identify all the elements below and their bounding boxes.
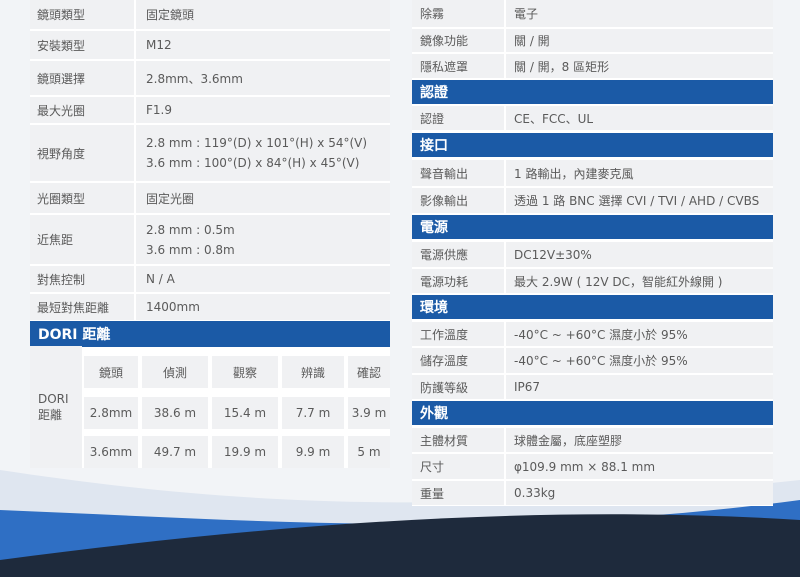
spec-row: 光圈類型 固定光圈 [30,183,390,213]
spec-row: 對焦控制 N / A [30,266,390,292]
spec-value: 關 / 開，8 區矩形 [506,54,773,78]
spec-row: 影像輸出 透過 1 路 BNC 選擇 CVI / TVI / AHD / CVB… [412,188,773,213]
spec-row: 聲音輸出 1 路輸出，內建麥克風 [412,160,773,186]
section-header-environment: 環境 [412,295,773,319]
dori-cell: 19.9 m [212,436,278,468]
spec-value-line: 2.8 mm : 0.5m [146,222,235,237]
dori-side-label-line: 距離 [38,407,63,422]
spec-value: DC12V±30% [506,242,773,267]
spec-row: 認證 CE、FCC、UL [412,106,773,130]
spec-label: 電源供應 [412,242,504,267]
spec-label: 認證 [412,106,504,130]
spec-value: -40°C ~ +60°C 濕度小於 95% [506,348,773,373]
spec-label: 尺寸 [412,454,504,479]
spec-row: 最大光圈 F1.9 [30,97,390,123]
spec-value-line: 2.8 mm : 119°(D) x 101°(H) x 54°(V) [146,136,368,150]
dori-side-label: DORI 距離 [30,346,82,468]
dori-cell: 9.9 m [282,436,344,468]
spec-row: 工作溫度 -40°C ~ +60°C 濕度小於 95% [412,322,773,346]
spec-row: 視野角度 2.8 mm : 119°(D) x 101°(H) x 54°(V)… [30,125,390,181]
spec-label: 防護等級 [412,375,504,399]
dori-header-recognize: 辨識 [282,356,344,388]
spec-value: -40°C ~ +60°C 濕度小於 95% [506,322,773,346]
dori-header-lens: 鏡頭 [84,356,138,388]
dori-header-identify: 確認 [348,356,390,388]
spec-value: 2.8 mm : 119°(D) x 101°(H) x 54°(V) 3.6 … [136,125,390,181]
spec-row: 重量 0.33kg [412,481,773,505]
spec-value: 2.8 mm : 0.5m 3.6 mm : 0.8m [136,215,390,264]
spec-label: 最大光圈 [30,97,134,123]
spec-row: 鏡像功能 關 / 開 [412,29,773,52]
section-header-certification: 認證 [412,80,773,104]
spec-row: 儲存溫度 -40°C ~ +60°C 濕度小於 95% [412,348,773,373]
spec-label: 鏡頭類型 [30,0,134,29]
spec-value-line: 3.6 mm : 0.8m [146,242,235,257]
right-spec-panel: 除霧 電子 鏡像功能 關 / 開 隱私遮罩 關 / 開，8 區矩形 認證 認證 … [412,0,773,506]
spec-row: 隱私遮罩 關 / 開，8 區矩形 [412,54,773,78]
spec-value: 電子 [506,0,773,27]
dori-cell: 3.6mm [84,436,138,468]
section-header-interface: 接口 [412,133,773,157]
spec-label: 光圈類型 [30,183,134,213]
spec-row: 電源功耗 最大 2.9W ( 12V DC，智能紅外線開 ) [412,269,773,293]
spec-label: 儲存溫度 [412,348,504,373]
spec-row: 安裝類型 M12 [30,31,390,59]
spec-label: 最短對焦距離 [30,294,134,320]
spec-value: 1 路輸出，內建麥克風 [506,160,773,186]
spec-value: 固定光圈 [136,183,390,213]
dori-header-detect: 偵測 [142,356,208,388]
dori-cell: 38.6 m [142,397,208,429]
spec-value: IP67 [506,375,773,399]
spec-value: 0.33kg [506,481,773,505]
spec-value: 球體金屬，底座塑膠 [506,428,773,452]
dori-cell: 3.9 m [348,397,390,429]
dori-cell: 15.4 m [212,397,278,429]
spec-row: 鏡頭選擇 2.8mm、3.6mm [30,61,390,95]
spec-label: 鏡像功能 [412,29,504,52]
spec-label: 主體材質 [412,428,504,452]
dori-cell: 2.8mm [84,397,138,429]
spec-row: 主體材質 球體金屬，底座塑膠 [412,428,773,452]
section-header-appearance: 外觀 [412,401,773,425]
spec-value: 關 / 開 [506,29,773,52]
spec-value: N / A [136,266,390,292]
spec-value: CE、FCC、UL [506,106,773,130]
spec-row: 電源供應 DC12V±30% [412,242,773,267]
spec-label: 安裝類型 [30,31,134,59]
spec-value: φ109.9 mm × 88.1 mm [506,454,773,479]
spec-value: 2.8mm、3.6mm [136,61,390,95]
spec-label: 重量 [412,481,504,505]
left-spec-panel: 鏡頭類型 固定鏡頭 安裝類型 M12 鏡頭選擇 2.8mm、3.6mm 最大光圈… [30,0,390,468]
spec-row: 最短對焦距離 1400mm [30,294,390,320]
spec-label: 電源功耗 [412,269,504,293]
spec-row: 防護等級 IP67 [412,375,773,399]
spec-value: 最大 2.9W ( 12V DC，智能紅外線開 ) [506,269,773,293]
spec-label: 鏡頭選擇 [30,61,134,95]
dori-cell: 7.7 m [282,397,344,429]
spec-label: 視野角度 [30,125,134,181]
spec-row: 尺寸 φ109.9 mm × 88.1 mm [412,454,773,479]
spec-label: 對焦控制 [30,266,134,292]
spec-value-line: 3.6 mm : 100°(D) x 84°(H) x 45°(V) [146,156,360,170]
dori-section-header: DORI 距離 [30,321,390,347]
dori-cell: 5 m [348,436,390,468]
spec-label: 聲音輸出 [412,160,504,186]
dori-header-observe: 觀察 [212,356,278,388]
spec-label: 隱私遮罩 [412,54,504,78]
spec-row: 鏡頭類型 固定鏡頭 [30,0,390,29]
spec-row: 近焦距 2.8 mm : 0.5m 3.6 mm : 0.8m [30,215,390,264]
spec-row: 除霧 電子 [412,0,773,27]
spec-value: M12 [136,31,390,59]
spec-value: 固定鏡頭 [136,0,390,29]
dori-side-label-line: DORI [38,391,69,406]
spec-value: F1.9 [136,97,390,123]
spec-value: 1400mm [136,294,390,320]
spec-value: 透過 1 路 BNC 選擇 CVI / TVI / AHD / CVBS [506,188,773,213]
spec-label: 除霧 [412,0,504,27]
spec-label: 近焦距 [30,215,134,264]
spec-label: 影像輸出 [412,188,504,213]
section-header-power: 電源 [412,215,773,239]
dori-cell: 49.7 m [142,436,208,468]
spec-label: 工作溫度 [412,322,504,346]
